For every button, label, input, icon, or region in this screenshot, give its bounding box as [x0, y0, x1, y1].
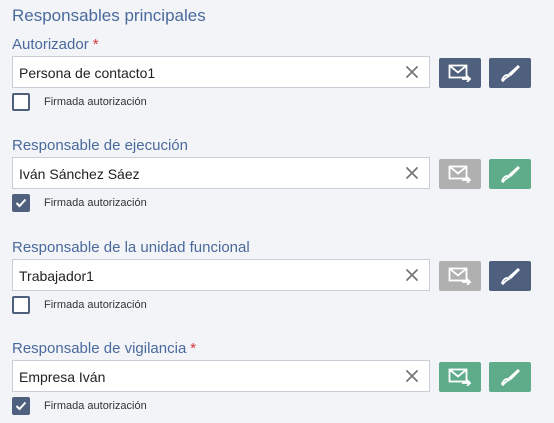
field-label: Responsable de vigilancia *: [12, 340, 197, 357]
responsables-panel: Responsables principales Autorizador * Pe…: [0, 0, 554, 423]
sign-button[interactable]: [489, 58, 531, 88]
required-mark: *: [92, 36, 99, 53]
checkmark-icon: [15, 401, 27, 411]
signed-authorization-checkbox[interactable]: [12, 397, 30, 415]
responsable-vigilancia-field[interactable]: Empresa Iván: [12, 360, 430, 392]
required-mark: *: [190, 340, 197, 357]
close-icon[interactable]: [405, 369, 419, 383]
signature-pen-icon: [501, 369, 520, 386]
send-mail-button[interactable]: [439, 58, 481, 88]
checkbox-label: Firmada autorización: [44, 299, 147, 311]
section-title: Responsables principales: [12, 6, 206, 25]
field-value: Persona de contacto1: [19, 65, 156, 81]
checkmark-icon: [15, 198, 27, 208]
close-icon[interactable]: [405, 268, 419, 282]
send-mail-button[interactable]: [439, 261, 481, 291]
field-label: Responsable de la unidad funcional: [12, 239, 250, 256]
field-value: Trabajador1: [19, 268, 94, 284]
signed-authorization-checkbox[interactable]: [12, 194, 30, 212]
responsable-ejecucion-field[interactable]: Iván Sánchez Sáez: [12, 157, 430, 189]
signature-pen-icon: [501, 65, 520, 82]
mail-send-icon: [448, 267, 472, 285]
checkbox-label: Firmada autorización: [44, 400, 147, 412]
group-responsable-unidad-funcional: Responsable de la unidad funcional Traba…: [0, 239, 554, 319]
close-icon[interactable]: [405, 65, 419, 79]
signed-authorization-checkbox[interactable]: [12, 93, 30, 111]
field-label: Autorizador *: [12, 36, 99, 53]
group-responsable-ejecucion: Responsable de ejecución Iván Sánchez Sá…: [0, 137, 554, 217]
group-autorizador: Autorizador * Persona de contacto1 Firmad…: [0, 36, 554, 116]
field-value: Iván Sánchez Sáez: [19, 166, 140, 182]
field-label: Responsable de ejecución: [12, 137, 188, 154]
sign-button[interactable]: [489, 159, 531, 189]
autorizador-field[interactable]: Persona de contacto1: [12, 56, 430, 88]
send-mail-button[interactable]: [439, 362, 481, 392]
group-responsable-vigilancia: Responsable de vigilancia * Empresa Iván …: [0, 340, 554, 420]
send-mail-button[interactable]: [439, 159, 481, 189]
close-icon[interactable]: [405, 166, 419, 180]
sign-button[interactable]: [489, 261, 531, 291]
mail-send-icon: [448, 368, 472, 386]
mail-send-icon: [448, 64, 472, 82]
checkbox-label: Firmada autorización: [44, 197, 147, 209]
signature-pen-icon: [501, 166, 520, 183]
signed-authorization-checkbox[interactable]: [12, 296, 30, 314]
responsable-unidad-field[interactable]: Trabajador1: [12, 259, 430, 291]
mail-send-icon: [448, 165, 472, 183]
field-value: Empresa Iván: [19, 369, 106, 385]
signature-pen-icon: [501, 268, 520, 285]
checkbox-label: Firmada autorización: [44, 96, 147, 108]
sign-button[interactable]: [489, 362, 531, 392]
